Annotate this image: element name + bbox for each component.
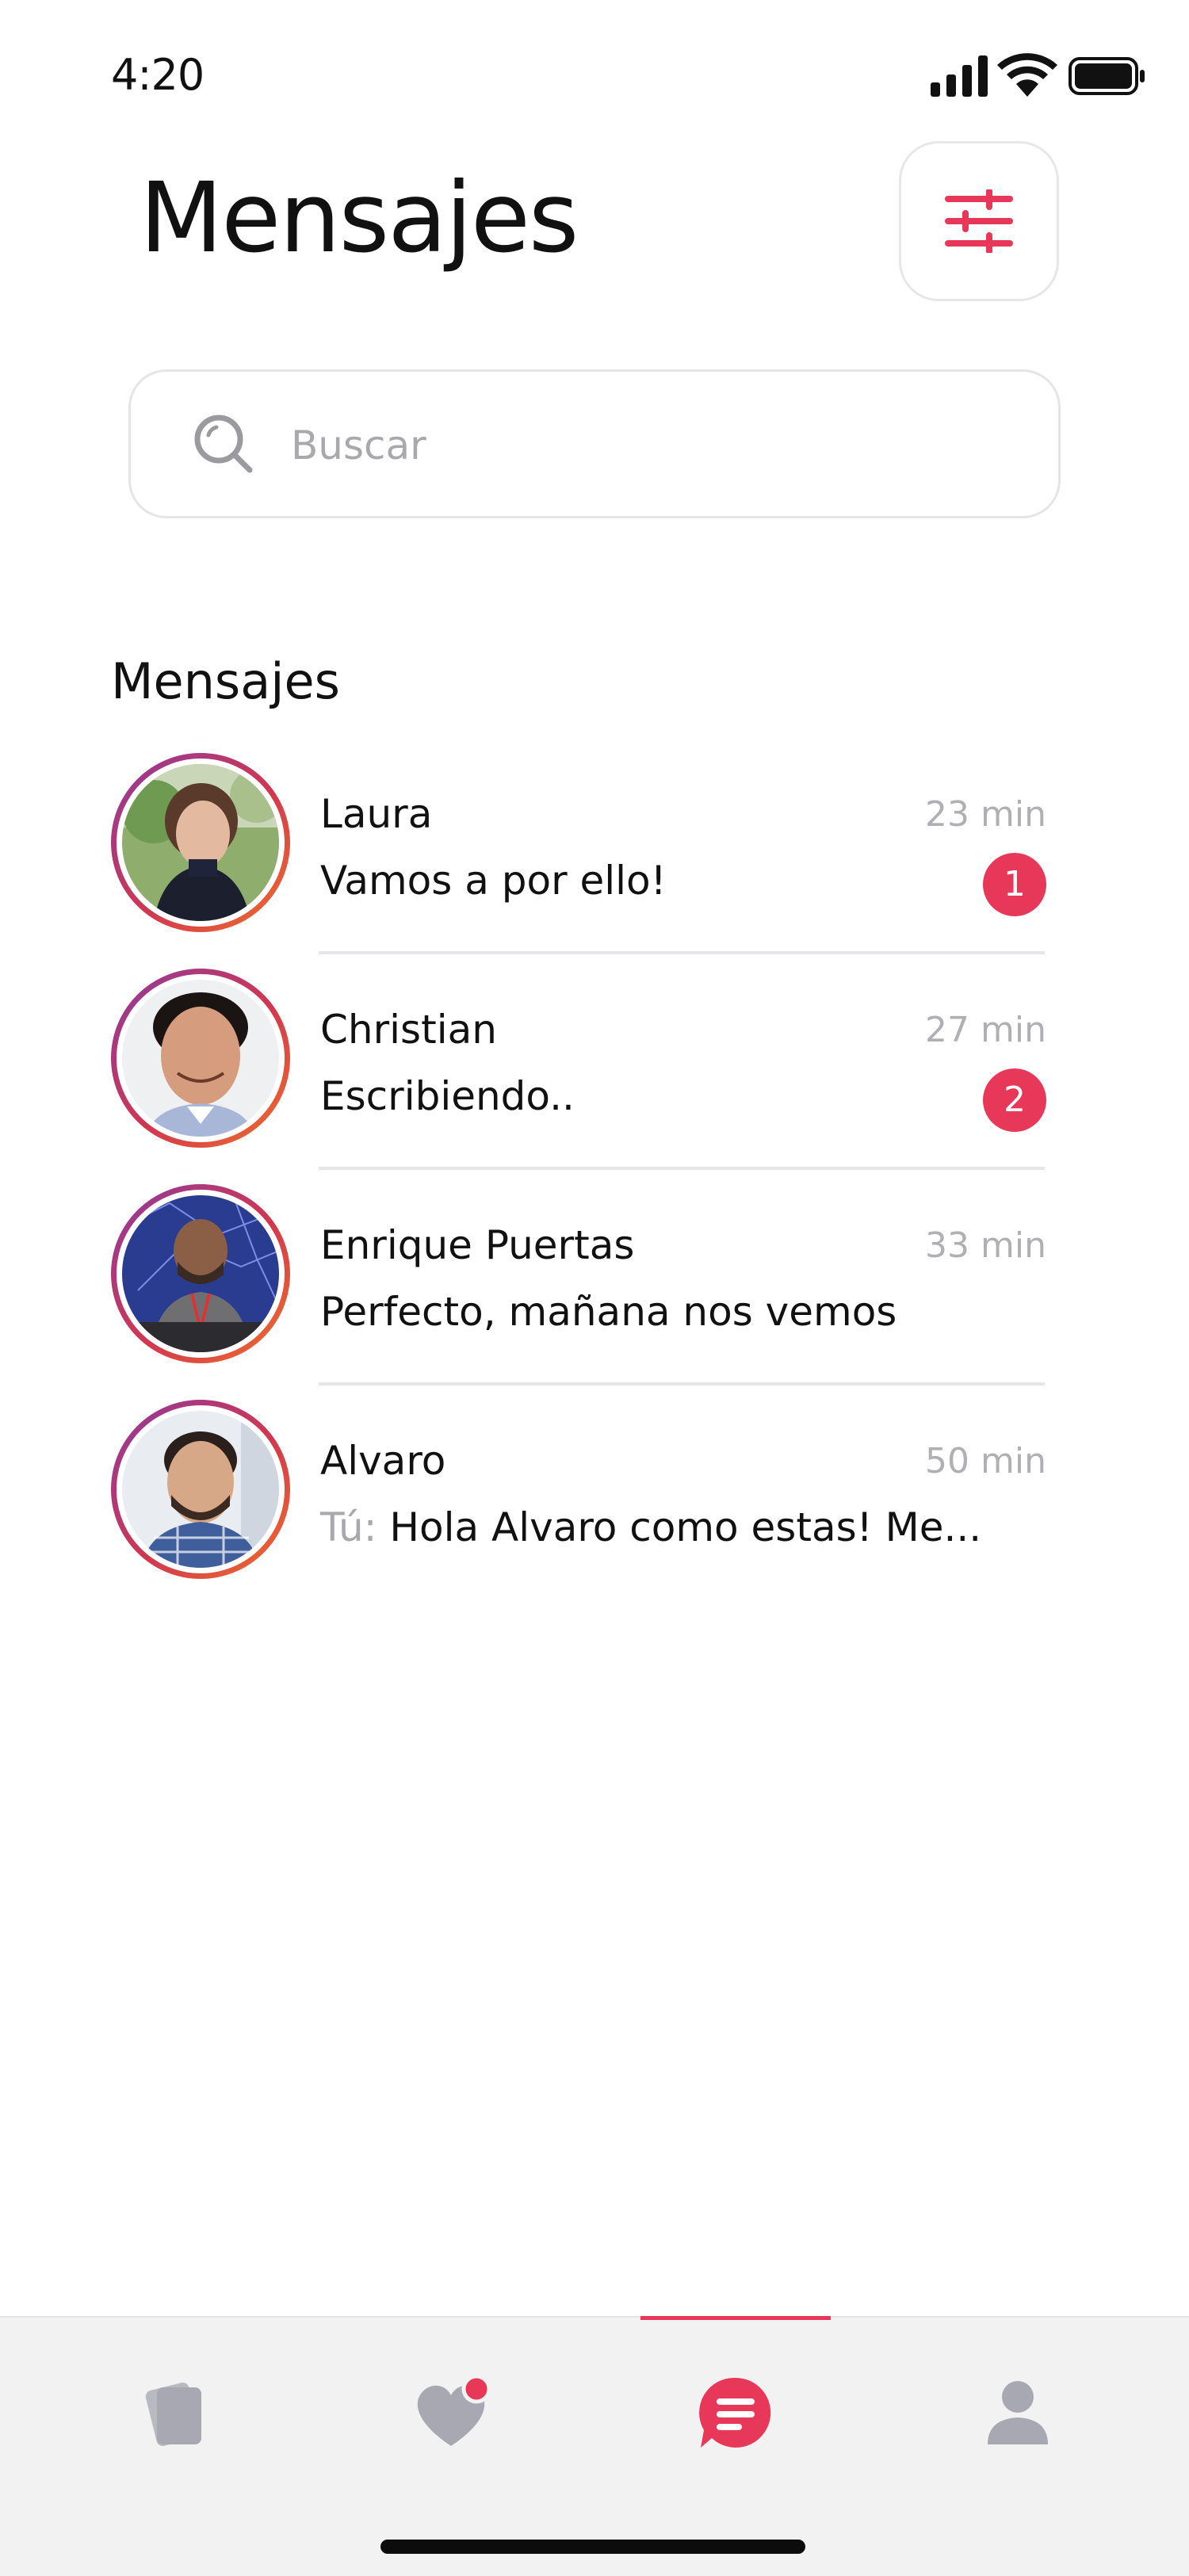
sender-prefix: Tú: (320, 1504, 377, 1550)
page-title: Mensajes (140, 162, 579, 274)
search-icon (194, 415, 253, 473)
message-preview: Perfecto, mañana nos vemos (320, 1289, 897, 1335)
message-time: 50 min (925, 1441, 1046, 1481)
unread-badge: 1 (983, 853, 1046, 916)
message-preview-text: Hola Alvaro como estas! Me... (389, 1504, 982, 1550)
heart-notification-icon (417, 2374, 491, 2446)
profile-icon (988, 2381, 1048, 2444)
sliders-icon (945, 189, 1013, 253)
message-time: 33 min (925, 1225, 1046, 1266)
message-preview: Tú: Hola Alvaro como estas! Me... (320, 1501, 981, 1554)
message-preview: Vamos a por ello! (320, 858, 667, 904)
messages-icon (699, 2377, 771, 2448)
status-time: 4:20 (111, 50, 205, 100)
contact-name: Enrique Puertas (320, 1222, 635, 1268)
active-tab-indicator (640, 2316, 831, 2320)
cellular-signal-icon (931, 55, 988, 97)
section-title: Mensajes (111, 652, 340, 710)
avatar[interactable] (111, 969, 290, 1148)
avatar[interactable] (111, 1184, 290, 1363)
cards-icon (145, 2382, 201, 2447)
conversation-row-enrique-puertas[interactable]: Enrique Puertas 33 min Perfecto, mañana … (0, 1184, 1189, 1400)
tab-discover[interactable] (124, 2365, 219, 2460)
wifi-icon (997, 53, 1057, 97)
tab-profile[interactable] (970, 2365, 1065, 2460)
tab-messages[interactable] (688, 2365, 783, 2460)
conversation-row-laura[interactable]: Laura 23 min Vamos a por ello! 1 (0, 753, 1189, 969)
status-icons (927, 52, 1145, 100)
search-input[interactable] (289, 407, 1006, 484)
home-indicator (380, 2540, 805, 2554)
contact-name: Christian (320, 1007, 497, 1053)
message-time: 27 min (925, 1010, 1046, 1050)
divider (319, 1167, 1045, 1170)
message-preview: Escribiendo.. (320, 1073, 575, 1119)
contact-name: Laura (320, 791, 433, 837)
message-time: 23 min (925, 794, 1046, 835)
unread-badge: 2 (983, 1068, 1046, 1132)
filter-button[interactable] (899, 141, 1059, 301)
divider (319, 1382, 1045, 1385)
divider (319, 951, 1045, 954)
conversation-row-christian[interactable]: Christian 27 min Escribiendo.. 2 (0, 969, 1189, 1184)
search-bar[interactable] (128, 369, 1061, 518)
tab-likes[interactable] (406, 2365, 501, 2460)
avatar[interactable] (111, 753, 290, 932)
tab-bar (0, 2316, 1189, 2576)
contact-name: Alvaro (320, 1438, 446, 1484)
conversation-row-alvaro[interactable]: Alvaro 50 min Tú: Hola Alvaro como estas… (0, 1400, 1189, 1615)
avatar[interactable] (111, 1400, 290, 1579)
battery-icon (1069, 57, 1145, 95)
